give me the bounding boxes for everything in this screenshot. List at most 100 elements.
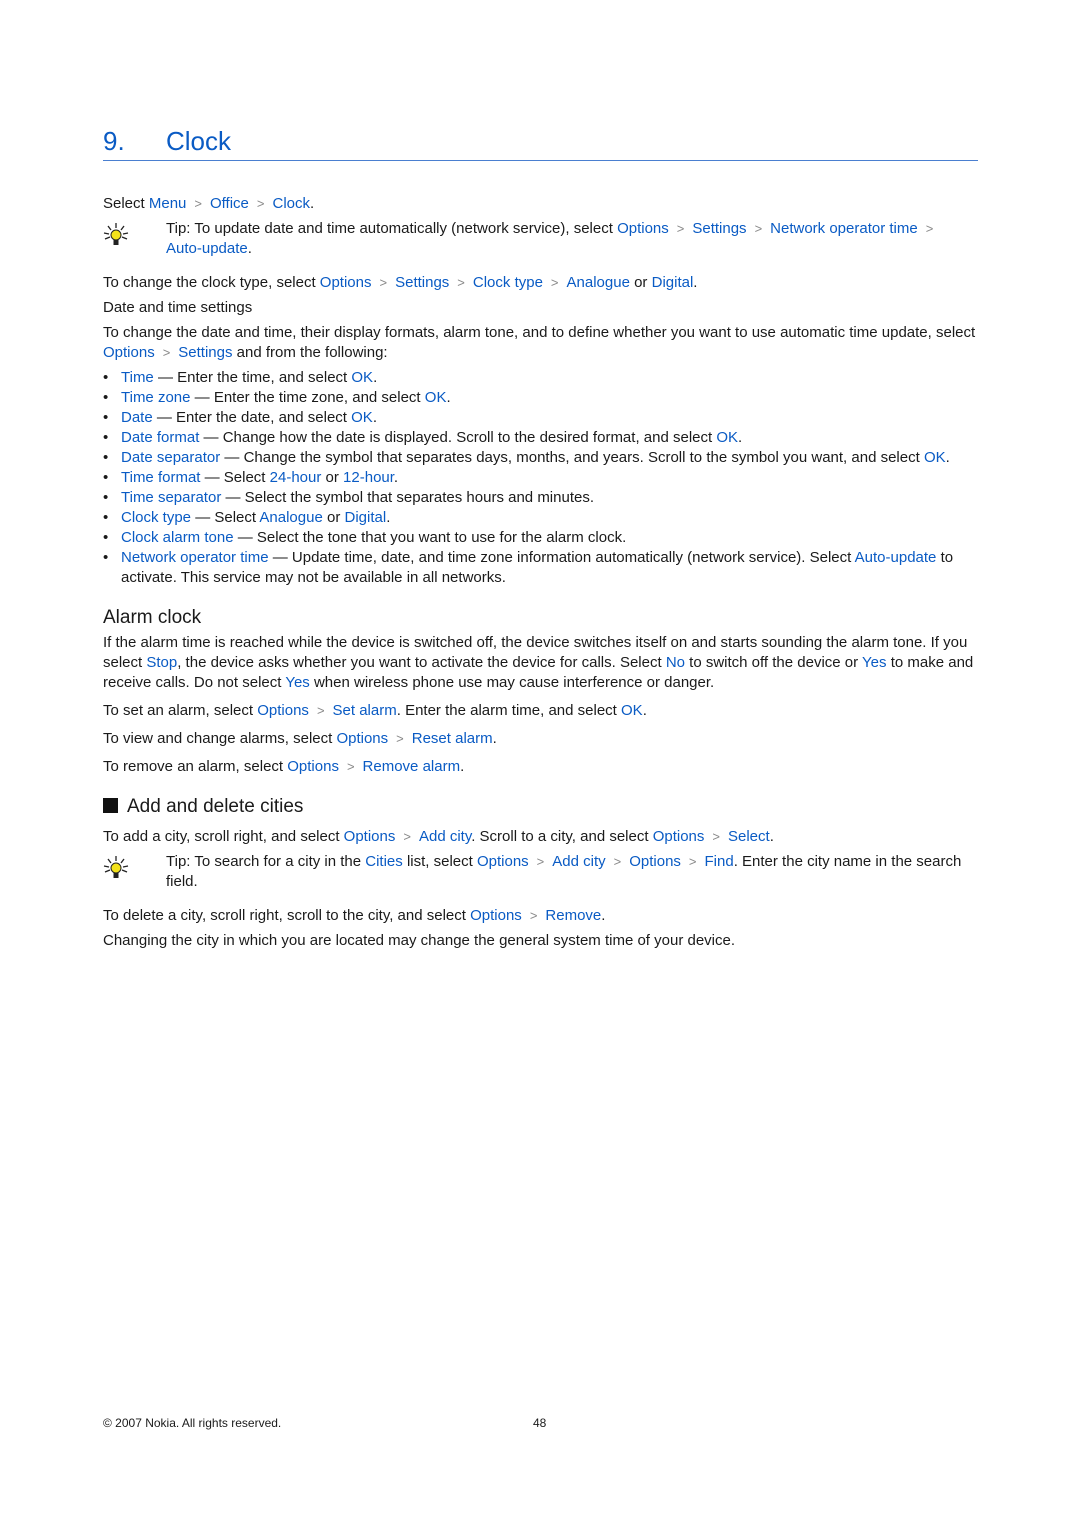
add-delete-cities-heading: Add and delete cities xyxy=(103,795,978,819)
chevron-right-icon: > xyxy=(613,854,622,869)
remove-alarm-line: To remove an alarm, select Options > Remov… xyxy=(103,758,465,775)
stop-link[interactable]: Stop xyxy=(146,654,177,671)
delete-city-line: To delete a city, scroll right, scroll t… xyxy=(103,907,606,924)
list-item: Time zone — Enter the time zone, and sel… xyxy=(103,388,978,408)
set-alarm-link[interactable]: Set alarm xyxy=(333,702,397,719)
chevron-right-icon: > xyxy=(676,221,685,236)
auto-update-link[interactable]: Auto-update xyxy=(166,240,248,257)
reset-alarm-link[interactable]: Reset alarm xyxy=(412,730,493,747)
network-operator-time-link[interactable]: Network operator time xyxy=(770,220,918,237)
list-item: Date separator — Change the symbol that … xyxy=(103,448,978,468)
city-time-note: Changing the city in which you are locat… xyxy=(103,932,736,949)
intro-text: Select xyxy=(103,195,149,212)
options-link[interactable]: Options xyxy=(287,758,339,775)
setting-term[interactable]: Clock type xyxy=(121,509,191,526)
setting-term[interactable]: Time xyxy=(121,369,154,386)
list-item: Clock type — Select Analogue or Digital. xyxy=(103,508,978,528)
options-link[interactable]: Options xyxy=(653,828,705,845)
chevron-right-icon: > xyxy=(194,196,202,211)
menu-link[interactable]: Menu xyxy=(149,195,187,212)
list-item: Date format — Change how the date is dis… xyxy=(103,428,978,448)
chevron-right-icon: > xyxy=(712,829,720,844)
date-time-settings-intro: To change the date and time, their displ… xyxy=(103,324,976,361)
remove-alarm-link[interactable]: Remove alarm xyxy=(363,758,461,775)
ok-link[interactable]: OK xyxy=(924,449,946,466)
setting-term[interactable]: Date xyxy=(121,409,153,426)
options-link[interactable]: Options xyxy=(477,853,529,870)
clock-type-line: To change the clock type, select Options… xyxy=(103,274,698,291)
chevron-right-icon: > xyxy=(550,275,559,290)
cities-link[interactable]: Cities xyxy=(365,853,403,870)
list-item: Time format — Select 24-hour or 12-hour. xyxy=(103,468,978,488)
tip-find-city: Tip: To search for a city in the Cities … xyxy=(166,853,962,890)
chevron-right-icon: > xyxy=(925,221,934,236)
12-hour-link[interactable]: 12-hour xyxy=(343,469,394,486)
auto-update-link[interactable]: Auto-update xyxy=(855,549,937,566)
24-hour-link[interactable]: 24-hour xyxy=(270,469,322,486)
chevron-right-icon: > xyxy=(536,854,545,869)
chevron-right-icon: > xyxy=(256,196,265,211)
setting-term[interactable]: Date separator xyxy=(121,449,220,466)
chapter-title: Clock xyxy=(166,126,232,156)
list-item: Network operator time — Update time, dat… xyxy=(103,548,978,588)
date-time-settings-heading: Date and time settings xyxy=(103,299,253,316)
ok-link[interactable]: OK xyxy=(351,409,373,426)
select-link[interactable]: Select xyxy=(728,828,770,845)
digital-link[interactable]: Digital xyxy=(345,509,387,526)
setting-term[interactable]: Clock alarm tone xyxy=(121,529,234,546)
ok-link[interactable]: OK xyxy=(621,702,643,719)
tip-label: Tip: xyxy=(166,853,191,870)
options-link[interactable]: Options xyxy=(320,274,372,291)
add-city-link[interactable]: Add city xyxy=(419,828,471,845)
alarm-clock-paragraph: If the alarm time is reached while the d… xyxy=(103,634,974,691)
yes-link[interactable]: Yes xyxy=(862,654,886,671)
chevron-right-icon: > xyxy=(754,221,763,236)
chapter-heading: 9. Clock xyxy=(103,124,978,161)
tip-label: Tip: xyxy=(166,220,191,237)
analogue-link[interactable]: Analogue xyxy=(567,274,630,291)
chevron-right-icon: > xyxy=(162,345,171,360)
ok-link[interactable]: OK xyxy=(351,369,373,386)
options-link[interactable]: Options xyxy=(103,344,155,361)
remove-link[interactable]: Remove xyxy=(545,907,601,924)
settings-list: Time — Enter the time, and select OK. Ti… xyxy=(103,368,978,588)
section-square-icon xyxy=(103,798,118,813)
setting-term[interactable]: Time separator xyxy=(121,489,221,506)
settings-link[interactable]: Settings xyxy=(395,274,449,291)
intro-line: Select Menu > Office > Clock. xyxy=(103,195,315,212)
office-link[interactable]: Office xyxy=(210,195,249,212)
yes-link[interactable]: Yes xyxy=(285,674,309,691)
chevron-right-icon: > xyxy=(379,275,388,290)
settings-link[interactable]: Settings xyxy=(692,220,746,237)
list-item: Time — Enter the time, and select OK. xyxy=(103,368,978,388)
list-item: Date — Enter the date, and select OK. xyxy=(103,408,978,428)
options-link[interactable]: Options xyxy=(336,730,388,747)
options-link[interactable]: Options xyxy=(617,220,669,237)
digital-link[interactable]: Digital xyxy=(652,274,694,291)
analogue-link[interactable]: Analogue xyxy=(259,509,322,526)
no-link[interactable]: No xyxy=(666,654,685,671)
setting-term[interactable]: Time format xyxy=(121,469,200,486)
setting-term[interactable]: Network operator time xyxy=(121,549,269,566)
settings-link[interactable]: Settings xyxy=(178,344,232,361)
page-number: 48 xyxy=(533,1416,547,1430)
chevron-right-icon: > xyxy=(457,275,465,290)
options-link[interactable]: Options xyxy=(629,853,681,870)
list-item: Time separator — Select the symbol that … xyxy=(103,488,978,508)
setting-term[interactable]: Date format xyxy=(121,429,199,446)
lightbulb-tip-icon xyxy=(103,856,129,878)
ok-link[interactable]: OK xyxy=(425,389,447,406)
lightbulb-tip-icon xyxy=(103,223,129,245)
alarm-clock-heading: Alarm clock xyxy=(103,607,202,628)
options-link[interactable]: Options xyxy=(470,907,522,924)
ok-link[interactable]: OK xyxy=(716,429,738,446)
clock-link[interactable]: Clock xyxy=(272,195,310,212)
options-link[interactable]: Options xyxy=(344,828,396,845)
add-city-line: To add a city, scroll right, and select … xyxy=(103,828,774,845)
setting-term[interactable]: Time zone xyxy=(121,389,190,406)
add-city-link[interactable]: Add city xyxy=(552,853,605,870)
find-link[interactable]: Find xyxy=(705,853,734,870)
chevron-right-icon: > xyxy=(396,731,404,746)
clock-type-link[interactable]: Clock type xyxy=(473,274,543,291)
options-link[interactable]: Options xyxy=(257,702,309,719)
